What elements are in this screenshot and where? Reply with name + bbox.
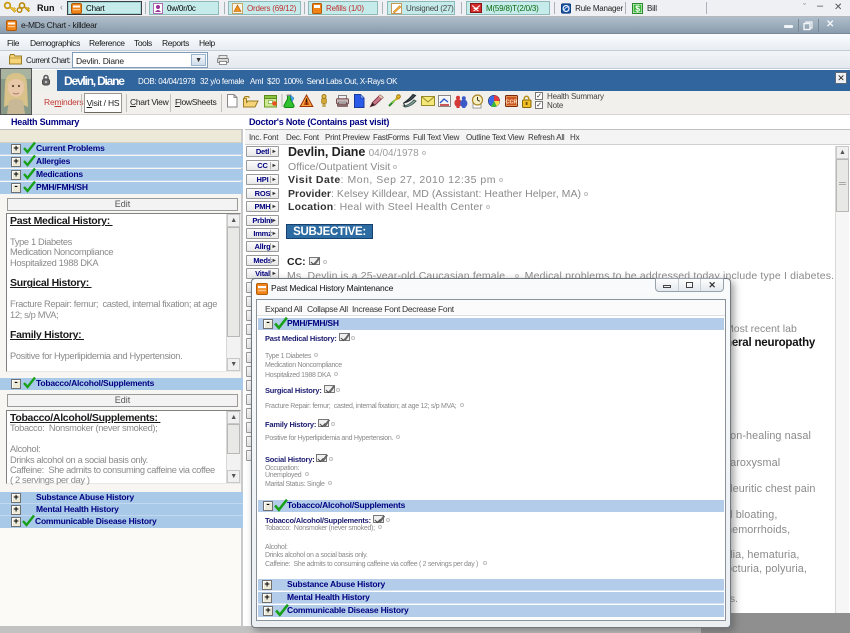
svg-text:CCR: CCR: [506, 100, 518, 106]
svg-text:$: $: [635, 3, 640, 13]
